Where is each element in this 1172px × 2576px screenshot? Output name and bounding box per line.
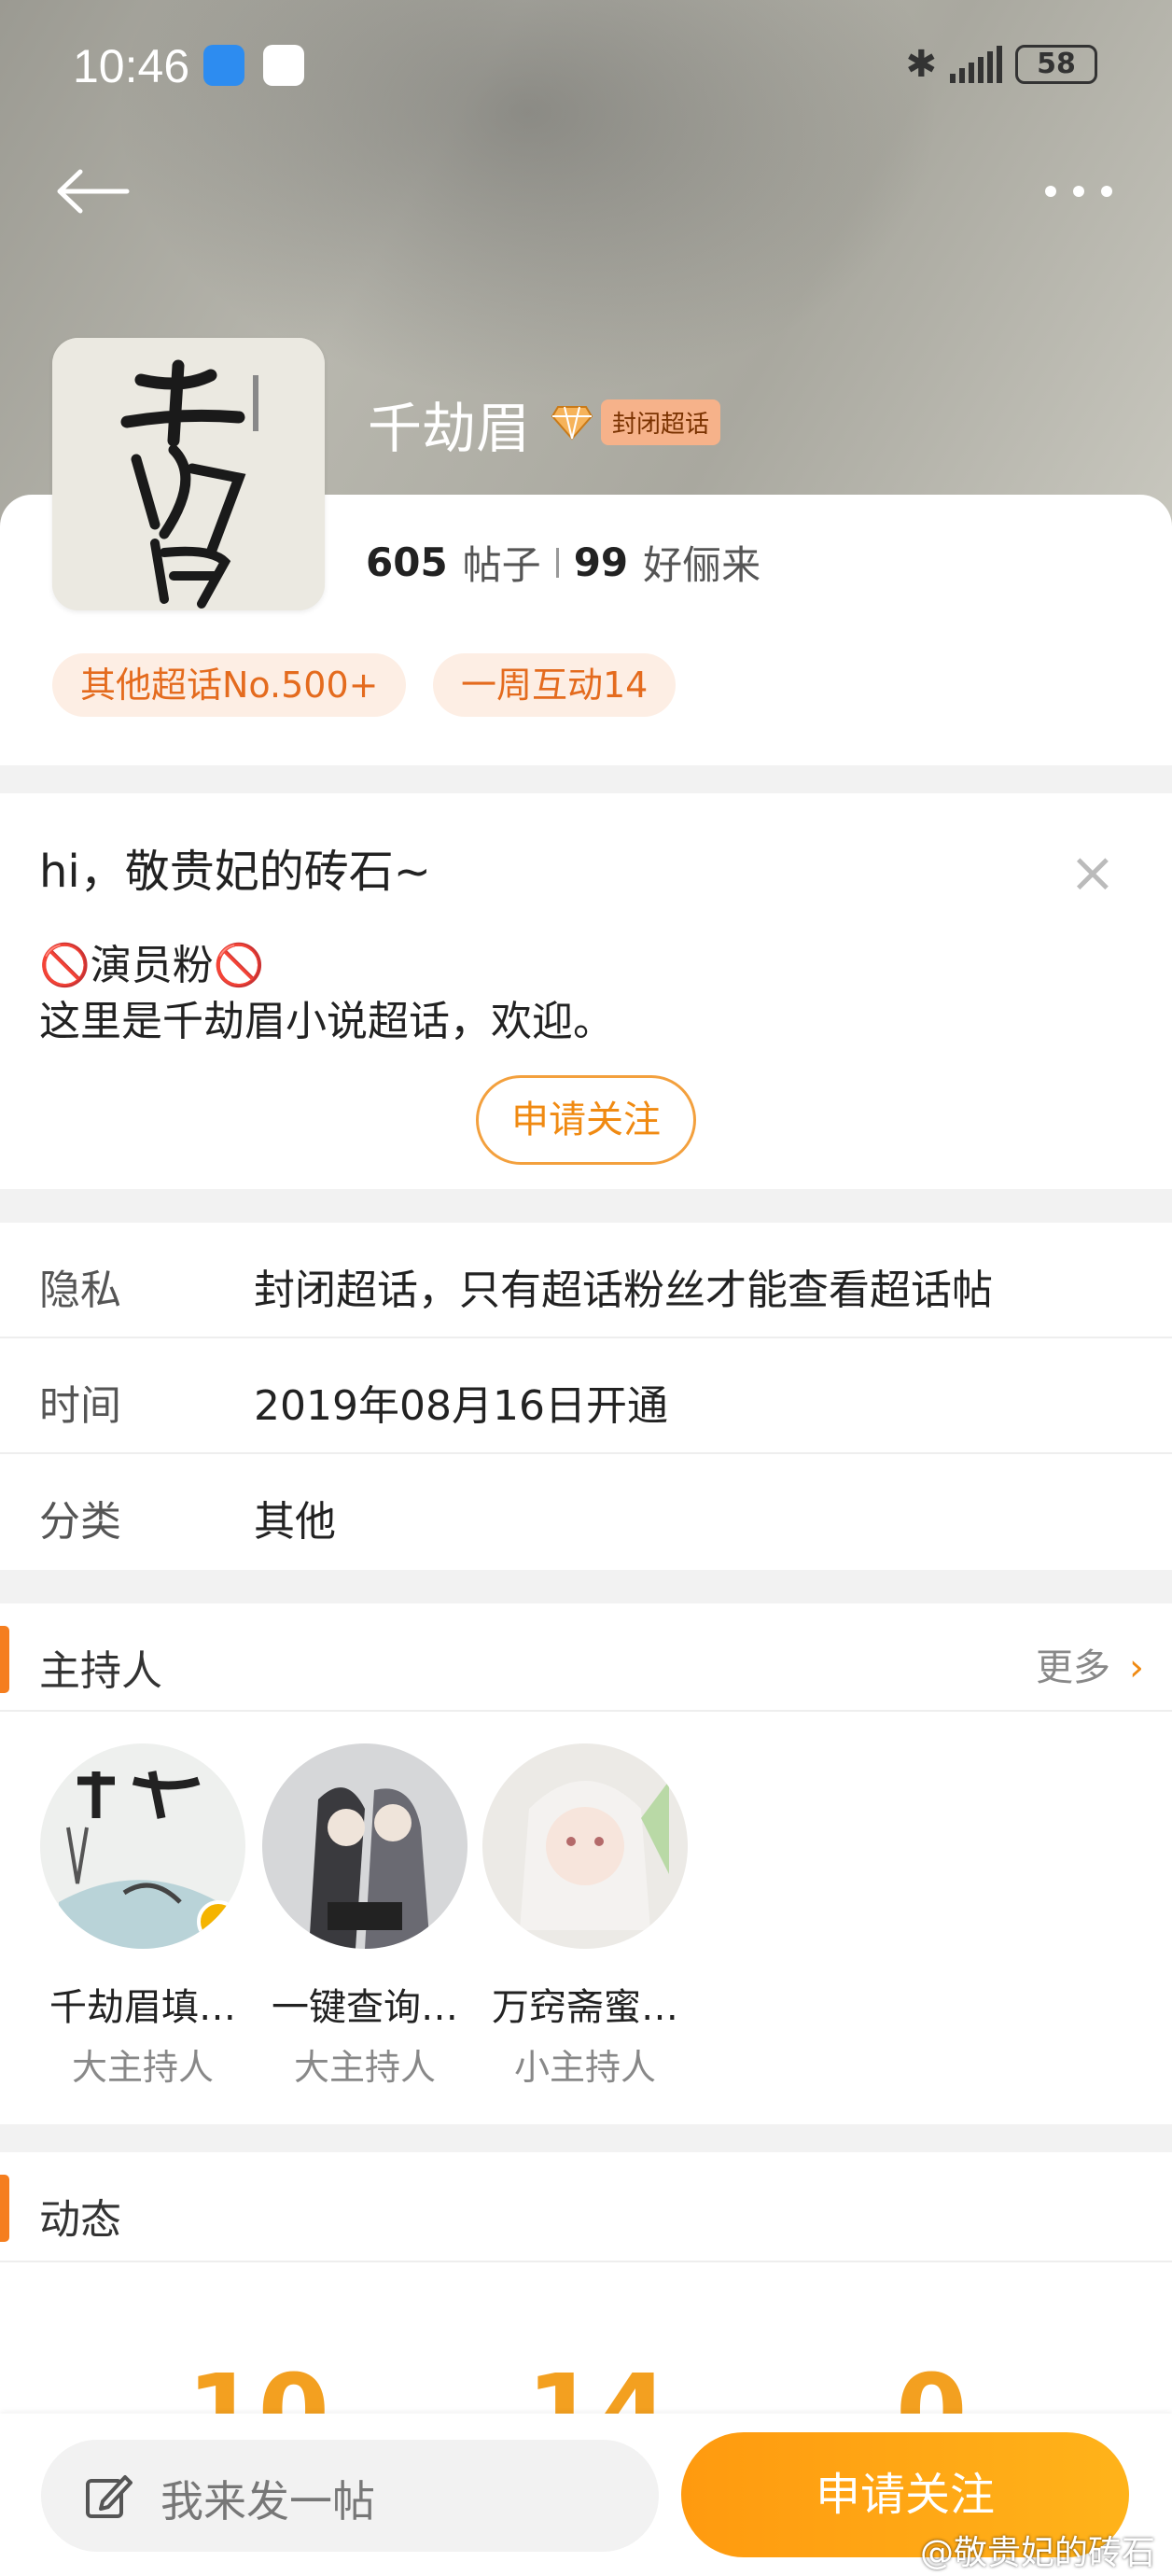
section-accent-bar — [0, 2175, 9, 2242]
closed-topic-tag: 封闭超话 — [601, 399, 721, 445]
calligraphy-image — [52, 338, 325, 610]
avatar — [482, 1743, 688, 1949]
feed-title: 动态 — [39, 2196, 121, 2244]
status-right: ✱ 58 — [905, 43, 1097, 86]
topic-stats: 605 帖子 99 好俪来 — [366, 534, 760, 591]
section-divider — [0, 2261, 1172, 2262]
more-label: 更多 — [1036, 1646, 1110, 1689]
category-value: 其他 — [254, 1498, 336, 1546]
greeting-title: hi，敬贵妃的砖石~ — [39, 846, 431, 898]
category-row: 分类 其他 — [0, 1454, 1172, 1570]
host-item[interactable]: ✓ 千劫眉填… 大主持人 — [35, 1743, 250, 2090]
screen: 10:46 ✱ 58 千劫眉 封闭超话 605 帖子 99 好俪来 其他超话No… — [0, 0, 1172, 2576]
greeting-line-1: 🚫演员粉🚫 — [39, 942, 265, 989]
host-role: 大主持人 — [293, 2047, 436, 2088]
section-divider — [0, 1710, 1172, 1712]
privacy-row: 隐私 封闭超话，只有超话粉丝才能查看超话帖 — [0, 1223, 1172, 1338]
diamond-badge-icon — [551, 406, 593, 441]
hosts-title: 主持人 — [39, 1647, 162, 1695]
privacy-label: 隐私 — [39, 1267, 121, 1314]
time-row: 时间 2019年08月16日开通 — [0, 1338, 1172, 1454]
fans-label: 好俪来 — [643, 542, 761, 588]
back-arrow-icon[interactable] — [56, 168, 131, 215]
compose-post-input[interactable]: 我来发一帖 — [41, 2440, 659, 2552]
topic-title: 千劫眉 — [368, 397, 531, 460]
interaction-badge[interactable]: 一周互动14 — [433, 653, 677, 717]
time-label: 时间 — [39, 1382, 121, 1430]
signal-icon — [950, 46, 1002, 83]
edit-icon — [86, 2475, 133, 2518]
stats-divider — [555, 547, 559, 578]
more-options-icon[interactable] — [1041, 173, 1116, 210]
chevron-right-icon: › — [1129, 1646, 1144, 1689]
posts-count: 605 — [366, 539, 448, 585]
apply-follow-outline-button[interactable]: 申请关注 — [476, 1075, 696, 1165]
posts-label: 帖子 — [462, 542, 541, 588]
avatar: ✓ — [40, 1743, 245, 1949]
privacy-value: 封闭超话，只有超话粉丝才能查看超话帖 — [254, 1267, 993, 1314]
fans-count: 99 — [573, 539, 629, 585]
host-name: 千劫眉填… — [49, 1986, 236, 2029]
time-value: 2019年08月16日开通 — [254, 1382, 668, 1430]
host-role: 大主持人 — [71, 2047, 214, 2088]
avatar — [262, 1743, 467, 1949]
host-role: 小主持人 — [513, 2047, 656, 2088]
status-time: 10:46 — [73, 40, 190, 92]
watermark: @敬贵妃的砖石 — [919, 2534, 1155, 2572]
bluetooth-icon: ✱ — [905, 43, 937, 86]
category-label: 分类 — [39, 1498, 121, 1546]
status-bar: 10:46 ✱ 58 — [0, 0, 1172, 131]
topic-details: 隐私 封闭超话，只有超话粉丝才能查看超话帖 时间 2019年08月16日开通 分… — [0, 1223, 1172, 1570]
battery-icon: 58 — [1015, 45, 1097, 84]
host-item[interactable]: 万窍斋蜜… 小主持人 — [478, 1743, 692, 2090]
close-icon[interactable]: × — [1069, 840, 1116, 905]
hosts-more-link[interactable]: 更多 › — [1036, 1637, 1144, 1691]
host-avatar-image — [482, 1743, 688, 1949]
compose-placeholder: 我来发一帖 — [160, 2476, 375, 2527]
host-item[interactable]: 一键查询… 大主持人 — [258, 1743, 472, 2090]
host-name: 万窍斋蜜… — [492, 1986, 678, 2029]
host-name: 一键查询… — [272, 1986, 458, 2029]
ranking-badge[interactable]: 其他超话No.500+ — [52, 653, 407, 717]
section-accent-bar — [0, 1626, 9, 1693]
message-app-icon — [203, 45, 244, 86]
app-notification-icon — [263, 45, 304, 86]
greeting-line-2: 这里是千劫眉小说超话，欢迎。 — [39, 998, 614, 1045]
host-avatar-image — [262, 1743, 467, 1949]
greeting-card: hi，敬贵妃的砖石~ × 🚫演员粉🚫 这里是千劫眉小说超话，欢迎。 申请关注 — [0, 793, 1172, 1189]
hosts-section: 主持人 更多 › ✓ 千劫眉填… 大主持人 一键查询… 大主持人 万窍斋蜜… 小主… — [0, 1603, 1172, 2124]
topic-cover-image — [52, 338, 325, 610]
verified-icon: ✓ — [197, 1900, 240, 1943]
